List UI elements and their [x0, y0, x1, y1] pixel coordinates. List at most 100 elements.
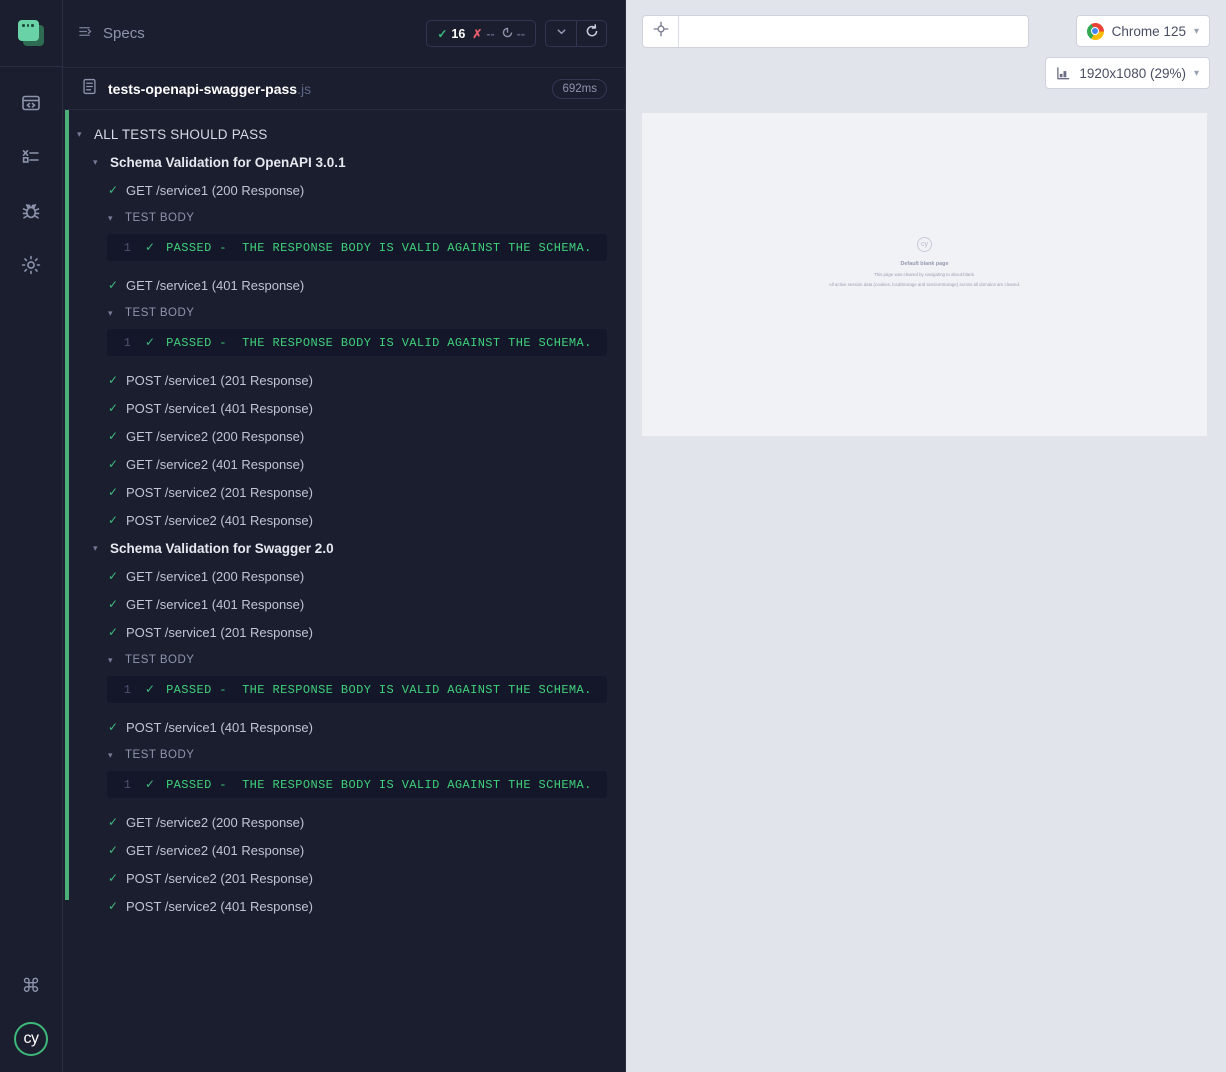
- passed-count: 16: [451, 26, 466, 41]
- check-icon: ✓: [145, 683, 156, 697]
- chevron-down-icon: [555, 25, 568, 43]
- code-line-text: PASSED - THE RESPONSE BODY IS VALID AGAI…: [166, 240, 592, 255]
- chevron-down-icon: ▾: [1193, 67, 1199, 79]
- suite-group-label: Schema Validation for OpenAPI 3.0.1: [110, 154, 346, 170]
- browser-label: Chrome 125: [1111, 23, 1186, 39]
- bug-icon: [20, 200, 42, 222]
- sidebar-item-debug[interactable]: [9, 189, 53, 233]
- test-row[interactable]: ✓ POST /service1 (201 Response): [63, 618, 625, 646]
- spec-file-name: tests-openapi-swagger-pass.js: [108, 81, 311, 97]
- check-icon: ✓: [108, 183, 119, 197]
- test-label: POST /service1 (401 Response): [126, 719, 313, 735]
- rail-bottom-items: ⌘ cy: [9, 964, 53, 1072]
- check-icon: ✓: [108, 429, 119, 443]
- sidebar-item-specs[interactable]: [9, 81, 53, 125]
- test-row[interactable]: ✓ GET /service2 (401 Response): [63, 450, 625, 478]
- test-body-row[interactable]: ▾ TEST BODY: [63, 741, 625, 769]
- test-label: GET /service2 (200 Response): [126, 428, 305, 444]
- test-row[interactable]: ✓ GET /service2 (200 Response): [63, 808, 625, 836]
- check-icon: ✓: [145, 336, 156, 350]
- stat-failed: ✗ --: [472, 27, 494, 41]
- test-row[interactable]: ✓ POST /service1 (201 Response): [63, 366, 625, 394]
- selector-playground-button[interactable]: [643, 16, 679, 47]
- test-label: GET /service2 (401 Response): [126, 842, 305, 858]
- url-input[interactable]: [679, 16, 1029, 47]
- chevron-down-icon[interactable]: ▾: [108, 655, 117, 665]
- code-line-number: 1: [123, 777, 131, 792]
- suite-group-row[interactable]: ▾ Schema Validation for Swagger 2.0: [63, 534, 625, 562]
- test-row[interactable]: ✓ POST /service2 (201 Response): [63, 478, 625, 506]
- reporter-header-actions: ✓ 16 ✗ -- --: [426, 20, 607, 47]
- test-row[interactable]: ✓ GET /service1 (401 Response): [63, 590, 625, 618]
- chevron-down-icon[interactable]: ▾: [108, 750, 117, 760]
- test-reporter-panel: Specs ✓ 16 ✗ -- -- tests-openapi-swagger…: [63, 0, 626, 1072]
- rerun-button[interactable]: [576, 21, 606, 46]
- test-row[interactable]: ✓ GET /service2 (200 Response): [63, 422, 625, 450]
- test-body-code-block: 1 ✓ PASSED - THE RESPONSE BODY IS VALID AG…: [107, 329, 607, 356]
- preview-pickers: Chrome 125 ▾ 1920x1080 (29%) ▾: [1045, 15, 1210, 89]
- browser-selector[interactable]: Chrome 125 ▾: [1075, 15, 1210, 47]
- chevron-down-icon[interactable]: ▾: [108, 213, 117, 223]
- blank-page-line2: All active session data (cookies, localS…: [828, 282, 1021, 287]
- sidebar-item-settings[interactable]: [9, 243, 53, 287]
- check-icon: ✓: [108, 401, 119, 415]
- sidebar-item-runs[interactable]: [9, 135, 53, 179]
- test-body-row[interactable]: ▾ TEST BODY: [63, 204, 625, 232]
- specs-header[interactable]: Specs: [78, 24, 145, 43]
- test-body-row[interactable]: ▾ TEST BODY: [63, 299, 625, 327]
- project-logo-area[interactable]: [0, 0, 62, 67]
- test-row[interactable]: ✓ POST /service1 (401 Response): [63, 713, 625, 741]
- chevron-down-icon[interactable]: ▾: [93, 157, 102, 167]
- suite-group-row[interactable]: ▾ Schema Validation for OpenAPI 3.0.1: [63, 148, 625, 176]
- test-label: POST /service1 (401 Response): [126, 400, 313, 416]
- suite-root-row[interactable]: ▾ ALL TESTS SHOULD PASS: [63, 120, 625, 148]
- spec-file-row[interactable]: tests-openapi-swagger-pass.js 692ms: [63, 67, 625, 110]
- cypress-logo-badge[interactable]: cy: [14, 1022, 48, 1056]
- passing-status-bar: [65, 110, 69, 900]
- application-under-test-frame[interactable]: cy Default blank page This page was clea…: [642, 113, 1207, 436]
- stat-pending: --: [502, 27, 525, 41]
- command-key-icon: ⌘: [21, 975, 41, 997]
- test-row[interactable]: ✓ POST /service2 (201 Response): [63, 864, 625, 892]
- url-bar[interactable]: [642, 15, 1030, 48]
- chevron-down-icon[interactable]: ▾: [93, 543, 102, 553]
- code-line-number: 1: [123, 682, 131, 697]
- tests-scroll-area[interactable]: ▾ ALL TESTS SHOULD PASS ▾ Schema Validation…: [63, 110, 625, 1072]
- check-icon: ✓: [145, 241, 156, 255]
- collapse-all-button[interactable]: [546, 21, 576, 46]
- cypress-project-logo-icon: [18, 20, 44, 46]
- suite-group-label: Schema Validation for Swagger 2.0: [110, 540, 334, 556]
- spec-base-name: tests-openapi-swagger-pass: [108, 80, 298, 97]
- test-row[interactable]: ✓ GET /service1 (200 Response): [63, 176, 625, 204]
- check-icon: ✓: [108, 373, 119, 387]
- test-body-label: TEST BODY: [125, 212, 195, 224]
- test-row[interactable]: ✓ GET /service1 (401 Response): [63, 271, 625, 299]
- keyboard-shortcuts-button[interactable]: ⌘: [9, 964, 53, 1008]
- test-row[interactable]: ✓ POST /service2 (401 Response): [63, 506, 625, 534]
- test-row[interactable]: ✓ GET /service1 (200 Response): [63, 562, 625, 590]
- test-body-code-block: 1 ✓ PASSED - THE RESPONSE BODY IS VALID AG…: [107, 771, 607, 798]
- viewport-label: 1920x1080 (29%): [1079, 65, 1186, 81]
- test-row[interactable]: ✓ POST /service1 (401 Response): [63, 394, 625, 422]
- check-icon: ✓: [145, 778, 156, 792]
- test-label: POST /service1 (201 Response): [126, 624, 313, 640]
- test-row[interactable]: ✓ GET /service2 (401 Response): [63, 836, 625, 864]
- cy-logo-icon: cy: [917, 237, 932, 252]
- test-row[interactable]: ✓ POST /service2 (401 Response): [63, 892, 625, 920]
- test-body-row[interactable]: ▾ TEST BODY: [63, 646, 625, 674]
- test-label: GET /service1 (200 Response): [126, 182, 305, 198]
- check-icon: ✓: [108, 457, 119, 471]
- specs-title: Specs: [103, 25, 145, 42]
- test-body-code-block: 1 ✓ PASSED - THE RESPONSE BODY IS VALID AG…: [107, 234, 607, 261]
- test-label: POST /service1 (201 Response): [126, 372, 313, 388]
- test-label: GET /service2 (200 Response): [126, 814, 305, 830]
- failed-count: --: [486, 26, 495, 41]
- code-line-number: 1: [123, 240, 131, 255]
- test-body-code-block: 1 ✓ PASSED - THE RESPONSE BODY IS VALID AG…: [107, 676, 607, 703]
- chevron-down-icon[interactable]: ▾: [77, 129, 86, 139]
- check-icon: ✓: [108, 720, 119, 734]
- chevron-down-icon[interactable]: ▾: [108, 308, 117, 318]
- check-icon: ✓: [108, 843, 119, 857]
- test-label: POST /service2 (401 Response): [126, 512, 313, 528]
- viewport-selector[interactable]: 1920x1080 (29%) ▾: [1045, 57, 1210, 89]
